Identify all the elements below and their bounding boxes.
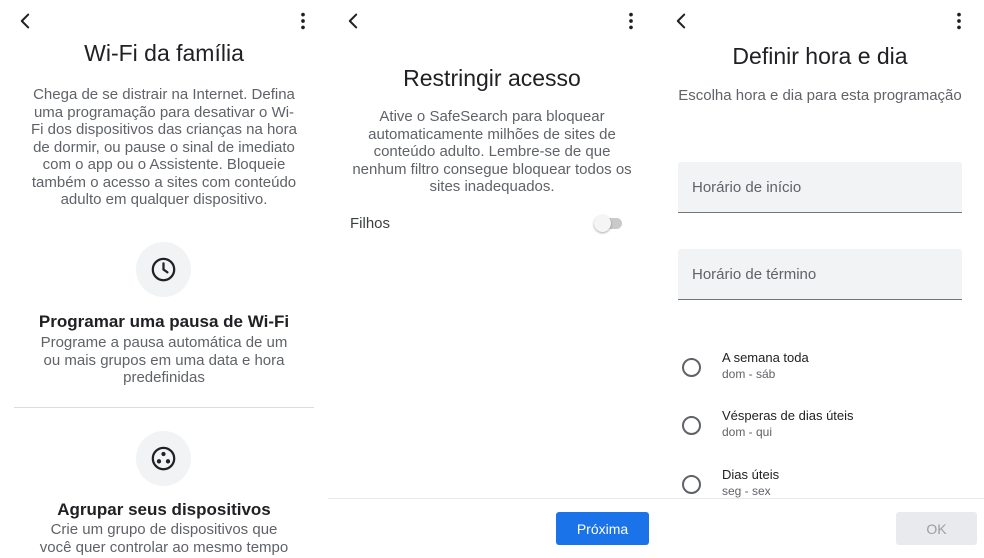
toggle-label: Filhos xyxy=(350,215,391,232)
group-devices-title[interactable]: Agrupar seus dispositivos xyxy=(0,500,328,520)
group-devices-desc: Crie um grupo de dispositivos que você q… xyxy=(39,521,289,556)
footer-divider xyxy=(656,498,984,499)
family-wifi-panel: Wi-Fi da família Chega de se distrair na… xyxy=(0,0,328,558)
toggle-thumb xyxy=(594,215,611,232)
radio-option-weekdays[interactable]: Dias úteis seg - sex xyxy=(682,467,962,507)
intro-text: Ative o SafeSearch para bloquear automat… xyxy=(352,108,632,195)
radio-label: Vésperas de dias úteis xyxy=(722,408,854,423)
radio-label: Dias úteis xyxy=(722,467,780,482)
radio-sublabel: seg - sex xyxy=(722,484,771,498)
set-time-day-panel: Definir hora e dia Escolha hora e dia pa… xyxy=(656,0,984,558)
ok-button[interactable]: OK xyxy=(896,512,977,545)
radio-sublabel: dom - qui xyxy=(722,425,773,439)
restrict-access-panel: Restringir acesso Ative o SafeSearch par… xyxy=(328,0,656,558)
divider xyxy=(14,407,314,408)
clock-icon[interactable] xyxy=(136,242,191,297)
more-options-icon[interactable] xyxy=(620,10,642,32)
back-arrow-icon[interactable] xyxy=(14,10,36,32)
page-title: Wi-Fi da família xyxy=(84,40,244,66)
start-time-field[interactable]: Horário de início xyxy=(678,162,962,213)
next-button[interactable]: Próxima xyxy=(556,512,649,545)
back-arrow-icon[interactable] xyxy=(342,10,364,32)
page-title: Definir hora e dia xyxy=(732,43,908,69)
end-time-field[interactable]: Horário de término xyxy=(678,249,962,300)
radio-button[interactable] xyxy=(682,475,701,494)
end-time-placeholder: Horário de término xyxy=(692,266,817,283)
more-options-icon[interactable] xyxy=(948,10,970,32)
radio-button[interactable] xyxy=(682,358,701,377)
schedule-pause-desc: Programe a pausa automática de um ou mai… xyxy=(40,334,288,386)
filhos-toggle[interactable] xyxy=(594,215,624,232)
radio-label: A semana toda xyxy=(722,350,809,365)
schedule-pause-title[interactable]: Programar uma pausa de Wi-Fi xyxy=(0,312,328,332)
radio-button[interactable] xyxy=(682,416,701,435)
radio-option-school-nights[interactable]: Vésperas de dias úteis dom - qui xyxy=(682,408,962,448)
start-time-placeholder: Horário de início xyxy=(692,179,802,196)
footer-divider xyxy=(328,498,656,499)
page-subtitle: Escolha hora e dia para esta programação xyxy=(678,87,962,104)
intro-text: Chega de se distrair na Internet. Defina… xyxy=(31,86,297,208)
radio-option-whole-week[interactable]: A semana toda dom - sáb xyxy=(682,350,962,390)
back-arrow-icon[interactable] xyxy=(670,10,692,32)
more-options-icon[interactable] xyxy=(292,10,314,32)
devices-group-icon[interactable] xyxy=(136,431,191,486)
radio-sublabel: dom - sáb xyxy=(722,367,776,381)
page-title: Restringir acesso xyxy=(403,65,581,91)
